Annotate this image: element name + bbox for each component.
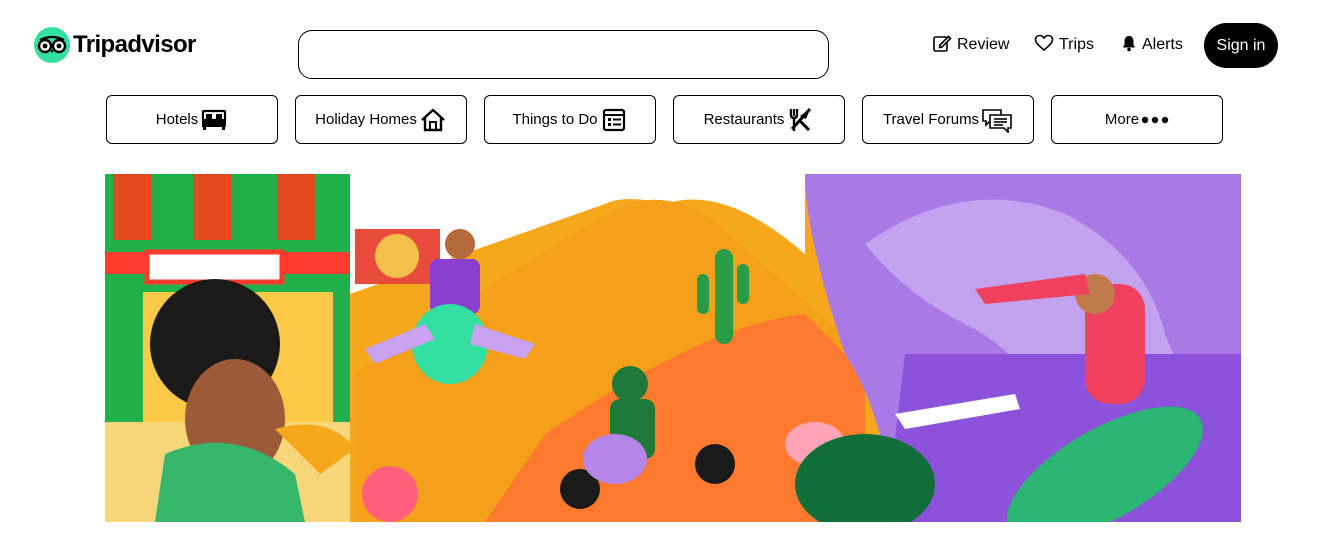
fork-knife-icon	[786, 107, 814, 133]
hero-illustration	[105, 174, 1241, 522]
bell-icon	[1121, 34, 1137, 57]
category-travel-forums[interactable]: Travel Forums	[862, 95, 1034, 144]
category-label: More	[1104, 111, 1140, 128]
trips-link[interactable]: Trips	[1034, 33, 1094, 57]
category-things-to-do[interactable]: Things to Do	[484, 95, 656, 144]
category-label: Hotels	[155, 111, 199, 128]
category-label: Travel Forums	[882, 111, 980, 128]
owl-logo-icon	[34, 27, 70, 63]
review-link[interactable]: Review	[932, 33, 1009, 57]
alerts-link[interactable]: Alerts	[1121, 33, 1183, 57]
category-label: Holiday Homes	[315, 111, 417, 128]
logo-wordmark: Tripadvisor	[73, 31, 196, 58]
chat-icon	[981, 107, 1013, 133]
category-restaurants[interactable]: Restaurants	[673, 95, 845, 144]
category-label: Restaurants	[703, 111, 785, 128]
house-icon	[419, 107, 447, 133]
hero-artwork	[105, 174, 1241, 522]
alerts-label: Alerts	[1142, 36, 1183, 53]
pencil-icon	[932, 33, 952, 58]
bed-icon	[200, 107, 228, 133]
trips-label: Trips	[1059, 36, 1094, 53]
heart-icon	[1034, 33, 1054, 58]
search-input[interactable]	[298, 30, 829, 79]
dots-icon	[1141, 115, 1169, 125]
tripadvisor-logo[interactable]: Tripadvisor	[34, 24, 196, 66]
category-more[interactable]: More	[1051, 95, 1223, 144]
category-label: Things to Do	[512, 111, 598, 128]
review-label: Review	[957, 36, 1010, 53]
list-icon	[600, 107, 628, 133]
category-hotels[interactable]: Hotels	[106, 95, 278, 144]
category-holiday-homes[interactable]: Holiday Homes	[295, 95, 467, 144]
sign-in-button[interactable]: Sign in	[1204, 23, 1278, 68]
